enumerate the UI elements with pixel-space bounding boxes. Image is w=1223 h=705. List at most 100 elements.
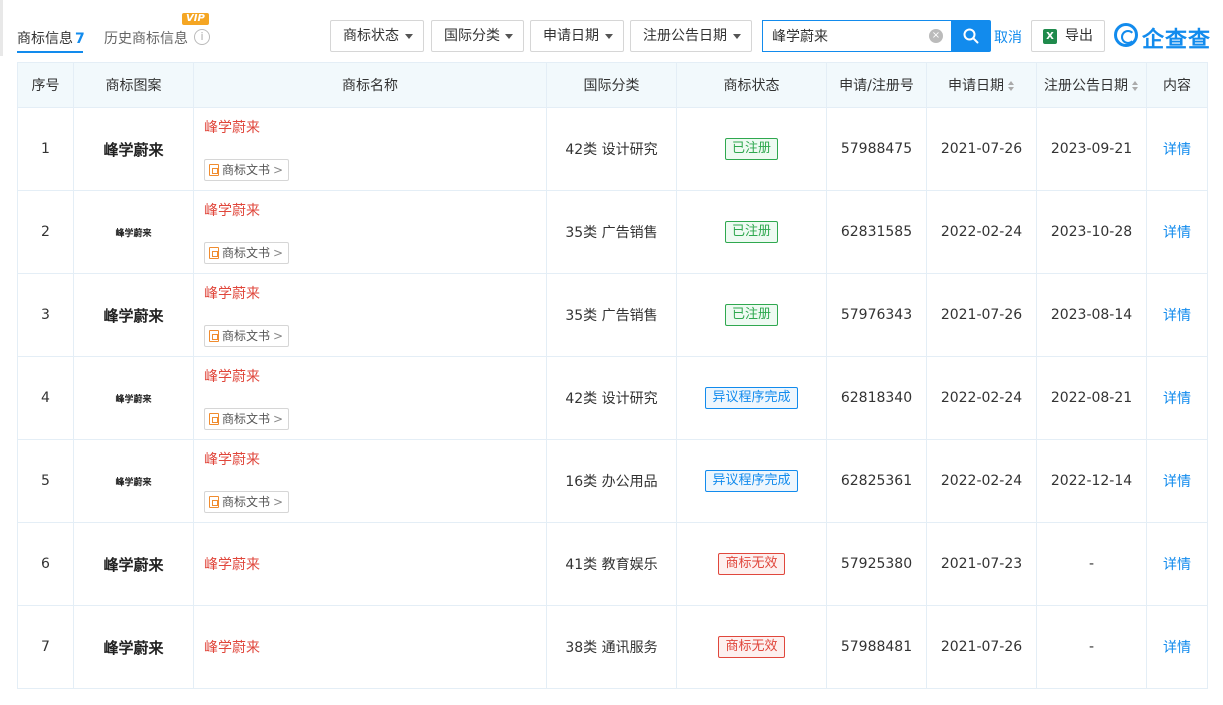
trademark-doc-button[interactable]: 商标文书 > — [204, 325, 290, 347]
clear-icon[interactable]: × — [929, 29, 943, 43]
cell-class: 42类 设计研究 — [546, 356, 677, 440]
trademark-doc-button[interactable]: 商标文书 > — [204, 491, 290, 513]
chevron-down-icon — [733, 34, 741, 39]
cell-content: 详情 — [1146, 522, 1208, 606]
cell-reg-no: 57925380 — [826, 522, 927, 606]
chevron-right-icon: > — [273, 412, 284, 426]
trademark-image[interactable]: 峰学蔚来 — [115, 229, 151, 239]
logo-icon — [1114, 23, 1138, 47]
header-apply-date[interactable]: 申请日期 — [926, 62, 1037, 108]
trademark-image[interactable]: 峰学蔚来 — [115, 395, 151, 405]
table-row: 3 峰学蔚来 峰学蔚来 商标文书 >35类 广告销售 已注册 57976343 2021-07… — [17, 273, 1208, 357]
sort-icon[interactable] — [1008, 80, 1015, 92]
header-status: 商标状态 — [676, 62, 827, 108]
cell-image: 峰学蔚来 — [73, 107, 194, 191]
header-content: 内容 — [1146, 62, 1208, 108]
chevron-right-icon: > — [273, 495, 284, 509]
trademark-name-link[interactable]: 峰学蔚来 — [204, 554, 546, 574]
trademark-name-link[interactable]: 峰学蔚来 — [204, 449, 546, 469]
trademark-name-link[interactable]: 峰学蔚来 — [204, 117, 546, 137]
status-badge: 异议程序完成 — [705, 470, 798, 492]
status-badge: 已注册 — [724, 304, 778, 326]
header-reg-no: 申请/注册号 — [826, 62, 927, 108]
trademark-name-link[interactable]: 峰学蔚来 — [204, 366, 546, 386]
table-row: 2 峰学蔚来 峰学蔚来 商标文书 >35类 广告销售 已注册 62831585 2022-02… — [17, 190, 1208, 274]
trademark-doc-button[interactable]: 商标文书 > — [204, 408, 290, 430]
cell-publish-date: 2023-08-14 — [1036, 273, 1147, 357]
cell-image: 峰学蔚来 — [73, 522, 194, 606]
header-class: 国际分类 — [546, 62, 677, 108]
cell-index: 5 — [17, 439, 74, 523]
cell-image: 峰学蔚来 — [73, 439, 194, 523]
trademark-doc-button[interactable]: 商标文书 > — [204, 242, 290, 264]
cell-status: 商标无效 — [676, 605, 827, 689]
trademark-image[interactable]: 峰学蔚来 — [103, 556, 163, 574]
header-image: 商标图案 — [73, 62, 194, 108]
info-icon[interactable]: i — [194, 29, 210, 45]
cell-class: 41类 教育娱乐 — [546, 522, 677, 606]
trademark-doc-button[interactable]: 商标文书 > — [204, 159, 290, 181]
chevron-down-icon — [605, 34, 613, 39]
trademark-image[interactable]: 峰学蔚来 — [103, 639, 163, 657]
trademark-doc-label: 商标文书 — [222, 495, 271, 509]
trademark-image[interactable]: 峰学蔚来 — [103, 307, 163, 325]
cell-publish-date: 2022-08-21 — [1036, 356, 1147, 440]
cell-index: 6 — [17, 522, 74, 606]
cell-class: 38类 通讯服务 — [546, 605, 677, 689]
export-button[interactable]: X 导出 — [1031, 20, 1105, 52]
header-name: 商标名称 — [193, 62, 547, 108]
cell-reg-no: 62825361 — [826, 439, 927, 523]
detail-link[interactable]: 详情 — [1163, 474, 1191, 490]
trademark-name-link[interactable]: 峰学蔚来 — [204, 283, 546, 303]
cell-class: 16类 办公用品 — [546, 439, 677, 523]
detail-link[interactable]: 详情 — [1163, 557, 1191, 573]
filter-class-label: 国际分类 — [444, 28, 500, 44]
table-row: 6 峰学蔚来 峰学蔚来 41类 教育娱乐 商标无效 57925380 2021-07-23-… — [17, 522, 1208, 606]
search-button[interactable] — [951, 20, 991, 52]
filter-status-label: 商标状态 — [343, 28, 399, 44]
trademark-image[interactable]: 峰学蔚来 — [103, 141, 163, 159]
cell-content: 详情 — [1146, 107, 1208, 191]
cell-apply-date: 2022-02-24 — [926, 356, 1037, 440]
search-input[interactable] — [763, 21, 923, 51]
status-badge: 商标无效 — [718, 553, 785, 575]
cell-index: 4 — [17, 356, 74, 440]
chevron-down-icon — [405, 34, 413, 39]
export-label: 导出 — [1065, 28, 1093, 44]
tab-history-label: 历史商标信息 — [104, 31, 188, 47]
detail-link[interactable]: 详情 — [1163, 225, 1191, 241]
cell-class: 35类 广告销售 — [546, 190, 677, 274]
trademark-name-link[interactable]: 峰学蔚来 — [204, 637, 546, 657]
sort-icon[interactable] — [1132, 80, 1139, 92]
tab-trademark-info[interactable]: 商标信息 7 — [17, 28, 85, 48]
header-publish-date[interactable]: 注册公告日期 — [1036, 62, 1147, 108]
vip-badge: VIP — [182, 13, 209, 25]
cell-name: 峰学蔚来 — [193, 522, 547, 606]
cancel-link[interactable]: 取消 — [994, 27, 1022, 47]
cell-apply-date: 2021-07-23 — [926, 522, 1037, 606]
filter-publish-date-dropdown[interactable]: 注册公告日期 — [630, 20, 752, 52]
cell-reg-no: 57988481 — [826, 605, 927, 689]
detail-link[interactable]: 详情 — [1163, 142, 1191, 158]
status-badge: 已注册 — [724, 221, 778, 243]
filter-class-dropdown[interactable]: 国际分类 — [431, 20, 524, 52]
cell-name: 峰学蔚来商标文书 > — [193, 273, 547, 357]
trademark-image[interactable]: 峰学蔚来 — [115, 478, 151, 488]
trademark-name-link[interactable]: 峰学蔚来 — [204, 200, 546, 220]
detail-link[interactable]: 详情 — [1163, 308, 1191, 324]
cell-index: 1 — [17, 107, 74, 191]
chevron-right-icon: > — [273, 246, 284, 260]
filter-status-dropdown[interactable]: 商标状态 — [330, 20, 424, 52]
detail-link[interactable]: 详情 — [1163, 391, 1191, 407]
cell-reg-no: 57976343 — [826, 273, 927, 357]
tab-trademark-info-label: 商标信息 — [17, 31, 73, 47]
document-icon — [209, 496, 219, 508]
cell-name: 峰学蔚来商标文书 > — [193, 439, 547, 523]
chevron-down-icon — [505, 34, 513, 39]
detail-link[interactable]: 详情 — [1163, 640, 1191, 656]
tab-history-trademark[interactable]: 历史商标信息 — [104, 28, 188, 48]
document-icon — [209, 247, 219, 259]
status-badge: 商标无效 — [718, 636, 785, 658]
cell-image: 峰学蔚来 — [73, 605, 194, 689]
filter-apply-date-dropdown[interactable]: 申请日期 — [530, 20, 624, 52]
